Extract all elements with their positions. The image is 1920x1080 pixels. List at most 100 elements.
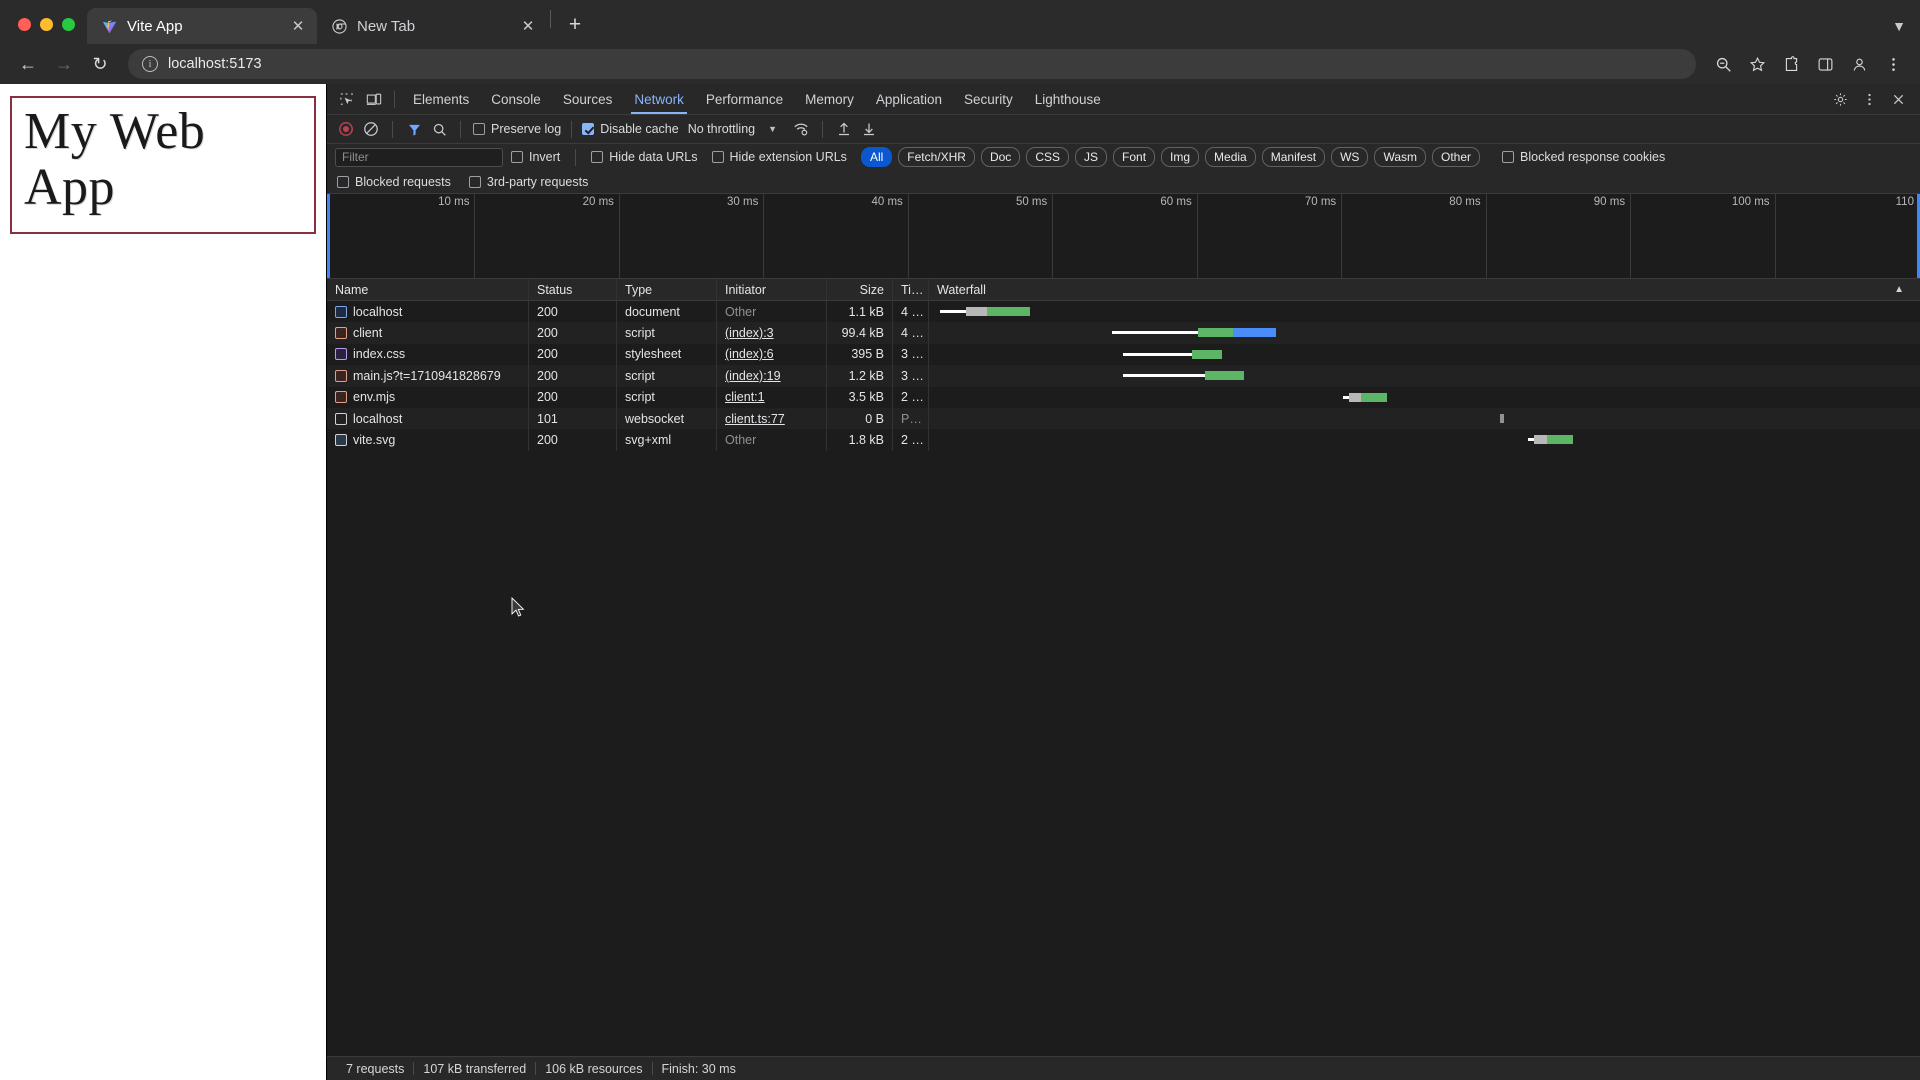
type-filter-css[interactable]: CSS (1026, 147, 1069, 167)
cell-name[interactable]: env.mjs (327, 386, 529, 408)
invert-checkbox[interactable]: Invert (511, 150, 560, 164)
type-filter-other[interactable]: Other (1432, 147, 1481, 167)
cell-name[interactable]: main.js?t=1710941828679 (327, 365, 529, 387)
close-icon[interactable]: ✕ (519, 17, 537, 35)
cell-initiator[interactable]: client:1 (717, 386, 827, 408)
type-filter-media[interactable]: Media (1205, 147, 1256, 167)
blocked-response-cookies-checkbox[interactable]: Blocked response cookies (1502, 150, 1665, 164)
table-row[interactable]: localhost 200 document Other 1.1 kB 4 … (327, 301, 1920, 323)
filter-icon[interactable] (403, 118, 425, 140)
tab-lighthouse[interactable]: Lighthouse (1024, 84, 1112, 114)
inspect-element-icon[interactable] (333, 87, 360, 112)
cell-initiator[interactable]: (index):3 (717, 322, 827, 344)
hide-extension-urls-checkbox[interactable]: Hide extension URLs (711, 150, 847, 164)
chevron-down-icon[interactable]: ▼ (768, 124, 777, 134)
filter-input[interactable] (335, 147, 503, 167)
browser-tab-new-tab[interactable]: New Tab ✕ (317, 8, 547, 44)
tab-label: Network (634, 91, 684, 107)
tab-performance[interactable]: Performance (695, 84, 794, 114)
clear-icon[interactable] (360, 118, 382, 140)
more-menu-icon[interactable] (1878, 49, 1908, 79)
table-row[interactable]: main.js?t=1710941828679 200 script (index):… (327, 365, 1920, 387)
extensions-icon[interactable] (1776, 49, 1806, 79)
tab-memory[interactable]: Memory (794, 84, 865, 114)
profile-icon[interactable] (1844, 49, 1874, 79)
tab-elements[interactable]: Elements (402, 84, 480, 114)
network-conditions-icon[interactable] (790, 118, 812, 140)
export-har-icon[interactable] (858, 118, 880, 140)
back-button[interactable]: ← (12, 48, 44, 80)
cell-name[interactable]: localhost (327, 301, 529, 323)
chevron-down-icon[interactable]: ▼ (1892, 18, 1906, 34)
table-row[interactable]: client 200 script (index):3 99.4 kB 4 … (327, 322, 1920, 344)
column-header-waterfall[interactable]: Waterfall ▲ (929, 279, 1920, 300)
reload-button[interactable]: ↻ (84, 48, 116, 80)
address-bar[interactable]: i localhost:5173 (128, 49, 1696, 79)
column-header-size[interactable]: Size (827, 279, 893, 300)
close-devtools-icon[interactable] (1885, 87, 1912, 112)
close-icon[interactable]: ✕ (289, 17, 307, 35)
import-har-icon[interactable] (833, 118, 855, 140)
cell-initiator[interactable]: (index):19 (717, 365, 827, 387)
cell-name[interactable]: index.css (327, 343, 529, 366)
tab-label: Memory (805, 91, 854, 107)
site-info-icon[interactable]: i (142, 56, 158, 72)
table-row[interactable]: env.mjs 200 script client:1 3.5 kB 2 … (327, 386, 1920, 408)
type-filter-ws[interactable]: WS (1331, 147, 1369, 167)
close-window-button[interactable] (18, 18, 31, 31)
network-overview-timeline[interactable]: 10 ms 20 ms 30 ms 40 ms 50 ms 60 ms 70 ms 80 ms… (327, 194, 1920, 279)
devtools-more-menu-icon[interactable] (1856, 87, 1883, 112)
column-header-status[interactable]: Status (529, 279, 617, 300)
type-filter-font[interactable]: Font (1113, 147, 1156, 167)
table-row[interactable]: index.css 200 stylesheet (index):6 395 B3 … (327, 343, 1920, 366)
tab-application[interactable]: Application (865, 84, 953, 114)
throttling-select-value[interactable]: No throttling (688, 122, 755, 136)
column-header-initiator[interactable]: Initiator (717, 279, 827, 300)
tab-sources[interactable]: Sources (552, 84, 624, 114)
device-toolbar-icon[interactable] (360, 87, 387, 112)
tab-security[interactable]: Security (953, 84, 1024, 114)
column-header-type[interactable]: Type (617, 279, 717, 300)
minimize-window-button[interactable] (40, 18, 53, 31)
zoom-icon[interactable] (1708, 49, 1738, 79)
network-filter-bar-2: Blocked requests 3rd-party requests (327, 170, 1920, 194)
type-filter-doc[interactable]: Doc (980, 147, 1021, 167)
type-filter-manifest[interactable]: Manifest (1261, 147, 1326, 167)
forward-button[interactable]: → (48, 48, 80, 80)
side-panel-icon[interactable] (1810, 49, 1840, 79)
disable-cache-checkbox[interactable]: Disable cache (582, 122, 679, 136)
tab-label: Application (875, 91, 942, 107)
column-header-time[interactable]: Ti… (893, 279, 929, 300)
tab-console[interactable]: Console (480, 84, 552, 114)
record-button[interactable] (335, 118, 357, 140)
table-row[interactable]: vite.svg 200 svg+xml Other 1.8 kB 2 … (327, 429, 1920, 451)
cell-name[interactable]: vite.svg (327, 429, 529, 451)
new-tab-button[interactable]: + (560, 10, 590, 40)
type-filter-js[interactable]: JS (1075, 147, 1108, 167)
cell-initiator[interactable]: (index):6 (717, 343, 827, 366)
browser-tab-vite-app[interactable]: Vite App ✕ (87, 8, 317, 44)
bookmark-star-icon[interactable] (1742, 49, 1772, 79)
type-filter-img[interactable]: Img (1161, 147, 1200, 167)
preserve-log-checkbox[interactable]: Preserve log (473, 122, 561, 136)
hide-data-urls-checkbox[interactable]: Hide data URLs (591, 150, 698, 164)
search-icon[interactable] (428, 118, 450, 140)
cell-type: stylesheet (617, 343, 717, 366)
checkbox-box (582, 123, 595, 135)
maximize-window-button[interactable] (62, 18, 75, 31)
type-filter-fetch-xhr[interactable]: Fetch/XHR (898, 147, 975, 167)
status-transferred: 107 kB transferred (423, 1061, 527, 1076)
third-party-requests-checkbox[interactable]: 3rd-party requests (468, 175, 588, 189)
cell-initiator[interactable]: client.ts:77 (717, 407, 827, 430)
cell-name[interactable]: client (327, 322, 529, 344)
column-header-name[interactable]: Name (327, 279, 529, 300)
gear-icon[interactable] (1827, 87, 1854, 112)
sort-ascending-icon[interactable]: ▲ (1894, 284, 1912, 295)
cell-name[interactable]: localhost (327, 407, 529, 430)
waterfall-block-bar (1534, 435, 1548, 445)
table-row[interactable]: localhost 101 websocket client.ts:77 0 B P… (327, 407, 1920, 430)
tab-network[interactable]: Network (623, 84, 695, 114)
type-filter-wasm[interactable]: Wasm (1374, 147, 1426, 167)
blocked-requests-checkbox[interactable]: Blocked requests (337, 175, 451, 189)
type-filter-all[interactable]: All (860, 147, 893, 167)
